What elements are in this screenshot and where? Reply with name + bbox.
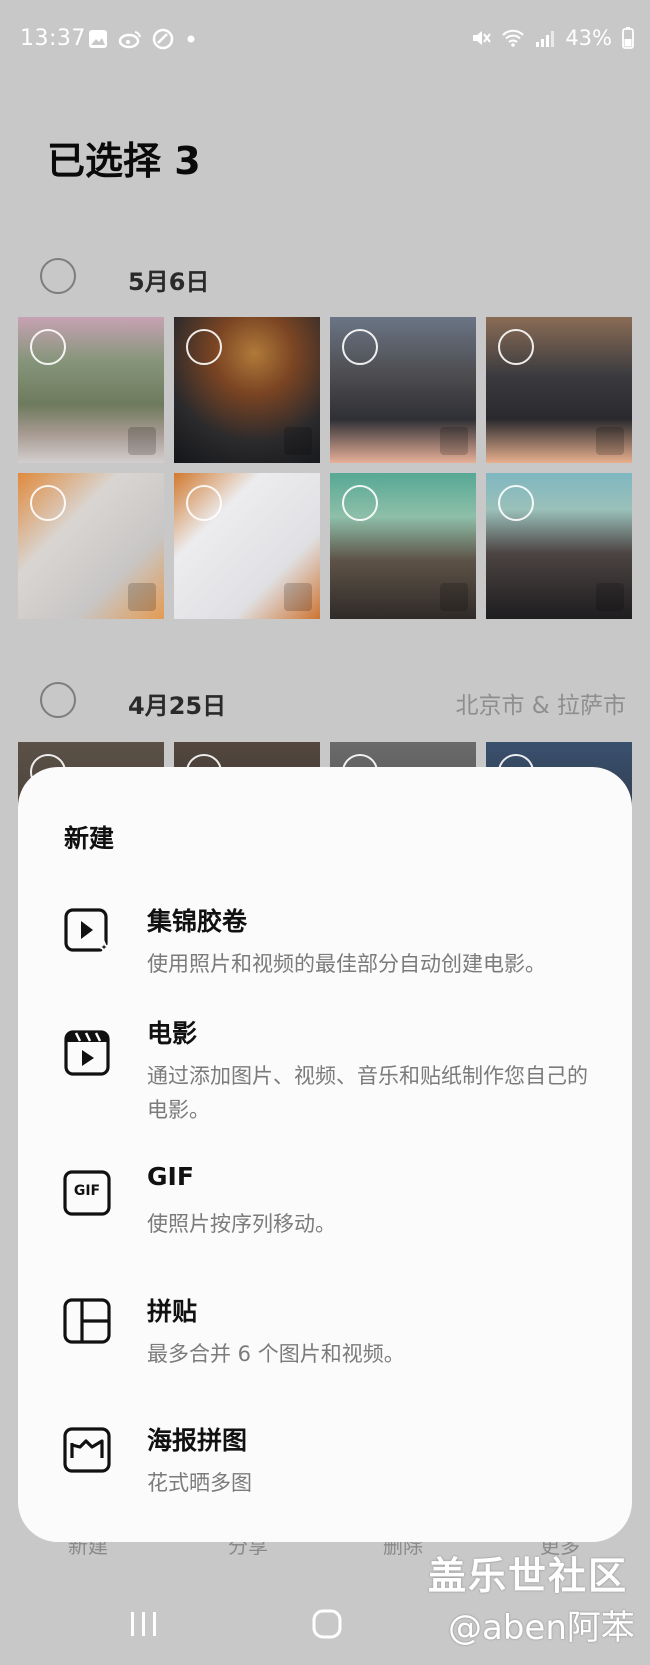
watermark-community: 盖乐世社区: [428, 1554, 629, 1598]
option-description: 使照片按序列移动。: [147, 1212, 336, 1236]
status-icons-left: [88, 28, 198, 50]
select-checkbox[interactable]: [186, 485, 222, 521]
option-description: 最多合并 6 个图片和视频。: [147, 1342, 405, 1366]
select-checkbox[interactable]: [342, 485, 378, 521]
status-bar: 13:37 43%: [0, 0, 650, 80]
option-title: GIF: [147, 1162, 194, 1191]
option-title: 电影: [147, 1019, 198, 1048]
option-title: 集锦胶卷: [147, 907, 248, 936]
select-checkbox[interactable]: [498, 329, 534, 365]
sheet-title: 新建: [64, 824, 115, 853]
option-movie[interactable]: 电影 通过添加图片、视频、音乐和贴纸制作您自己的电影。: [18, 1014, 632, 1124]
photo-thumbnail[interactable]: [18, 473, 164, 619]
select-checkbox[interactable]: [342, 329, 378, 365]
select-date-group-checkbox[interactable]: [40, 258, 76, 294]
system-nav-bar: [0, 1595, 650, 1665]
gallery-icon: [89, 30, 107, 48]
gif-icon-label: GIF: [73, 1183, 101, 1199]
photo-thumbnail[interactable]: [330, 317, 476, 463]
expand-icon[interactable]: [128, 583, 156, 611]
battery-percent: 43%: [565, 26, 612, 50]
expand-icon[interactable]: [596, 427, 624, 455]
option-title: 拼贴: [147, 1297, 198, 1326]
option-poster-collage[interactable]: 海报拼图 花式晒多图: [18, 1421, 632, 1501]
select-checkbox[interactable]: [498, 485, 534, 521]
select-checkbox[interactable]: [30, 329, 66, 365]
option-description: 花式晒多图: [147, 1471, 252, 1495]
photo-thumbnail[interactable]: [486, 317, 632, 463]
option-gif[interactable]: GIF GIF 使照片按序列移动。: [18, 1162, 632, 1242]
select-date-group-checkbox[interactable]: [40, 682, 76, 718]
expand-icon[interactable]: [284, 583, 312, 611]
movie-icon: [64, 1030, 110, 1076]
date-group-header: 5月6日: [0, 248, 650, 308]
recent-apps-icon[interactable]: [127, 1607, 161, 1641]
status-icons-right: 43%: [471, 26, 634, 50]
wifi-icon: [502, 29, 525, 47]
expand-icon[interactable]: [440, 427, 468, 455]
weibo-icon: [118, 31, 141, 49]
date-label: 5月6日: [128, 268, 210, 296]
photo-grid: [18, 317, 632, 619]
select-checkbox[interactable]: [30, 485, 66, 521]
option-description: 使用照片和视频的最佳部分自动创建电影。: [147, 952, 546, 976]
highlight-reel-icon: [64, 908, 112, 955]
date-group-header: 4月25日 北京市 & 拉萨市: [0, 672, 650, 732]
location-label: 北京市 & 拉萨市: [455, 693, 626, 719]
app-icon: [152, 28, 174, 50]
poster-icon: [63, 1427, 111, 1473]
battery-icon: [622, 27, 634, 49]
create-new-sheet: 新建 集锦胶卷 使用照片和视频的最佳部分自动创建电影。 电影 通过添加图片、视频…: [18, 767, 632, 1542]
option-description: 通过添加图片、视频、音乐和贴纸制作您自己的电影。: [147, 1064, 588, 1122]
option-title: 海报拼图: [147, 1426, 248, 1455]
photo-thumbnail[interactable]: [18, 317, 164, 463]
expand-icon[interactable]: [440, 583, 468, 611]
expand-icon[interactable]: [128, 427, 156, 455]
mute-icon: [473, 31, 492, 45]
signal-icon: [536, 31, 555, 47]
expand-icon[interactable]: [596, 583, 624, 611]
status-time: 13:37: [20, 26, 86, 51]
page-title: 已选择 3: [47, 139, 201, 183]
select-checkbox[interactable]: [186, 329, 222, 365]
gif-icon: GIF: [62, 1168, 112, 1218]
option-highlight-reel[interactable]: 集锦胶卷 使用照片和视频的最佳部分自动创建电影。: [18, 902, 632, 982]
collage-icon: [63, 1298, 111, 1344]
expand-icon[interactable]: [284, 427, 312, 455]
date-label: 4月25日: [128, 692, 227, 720]
photo-thumbnail[interactable]: [330, 473, 476, 619]
home-icon[interactable]: [310, 1607, 344, 1641]
option-collage[interactable]: 拼贴 最多合并 6 个图片和视频。: [18, 1292, 632, 1372]
photo-thumbnail[interactable]: [174, 473, 320, 619]
photo-thumbnail[interactable]: [486, 473, 632, 619]
photo-thumbnail[interactable]: [174, 317, 320, 463]
dot-icon: [187, 35, 195, 43]
